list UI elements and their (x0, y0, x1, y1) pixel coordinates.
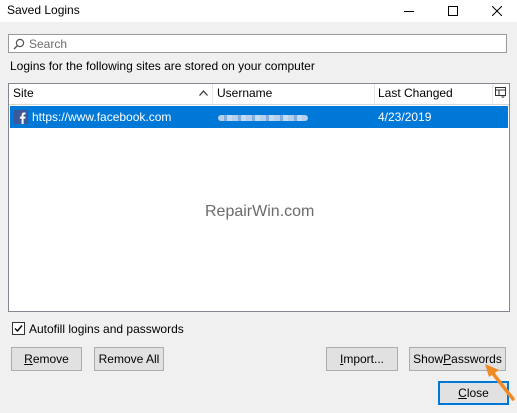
column-header-site[interactable]: Site (9, 84, 213, 104)
column-header-username[interactable]: Username (213, 84, 375, 104)
remove-all-label: Remove All (98, 352, 160, 366)
close-icon (492, 6, 502, 16)
remove-label: emove (32, 352, 69, 366)
search-box[interactable] (8, 34, 507, 53)
maximize-icon (448, 6, 458, 16)
checkbox[interactable] (12, 322, 25, 335)
remove-button[interactable]: Remove (11, 347, 82, 371)
row-last-changed: 4/23/2019 (378, 110, 432, 124)
remove-all-button[interactable]: Remove All (94, 347, 164, 371)
logins-table[interactable]: Site Username Last Changed https://www.f… (8, 83, 510, 312)
description-text: Logins for the following sites are store… (10, 59, 315, 73)
title-bar[interactable]: Saved Logins (0, 0, 517, 22)
watermark: RepairWin.com (205, 203, 315, 220)
search-icon (13, 38, 25, 50)
checkmark-icon (14, 325, 23, 333)
column-header-last-changed[interactable]: Last Changed (375, 84, 493, 104)
autofill-label: Autofill logins and passwords (29, 322, 184, 336)
minimize-button[interactable] (394, 0, 424, 22)
table-header: Site Username Last Changed (9, 84, 509, 105)
remove-accel: R (24, 352, 33, 366)
sort-ascending-icon (199, 90, 208, 96)
close-accel: C (458, 386, 467, 400)
row-username-blurred (218, 115, 308, 121)
table-row[interactable]: https://www.facebook.com 4/23/2019 (10, 106, 508, 128)
import-label: mport... (343, 352, 385, 366)
show-passwords-accel: P (443, 352, 452, 366)
column-picker-icon[interactable] (495, 87, 506, 98)
search-input[interactable] (29, 36, 499, 51)
maximize-button[interactable] (438, 0, 468, 22)
row-site: https://www.facebook.com (32, 110, 172, 124)
facebook-icon (14, 110, 28, 124)
minimize-icon (404, 11, 414, 12)
saved-logins-window: Saved Logins Logins for the following si… (0, 0, 517, 413)
window-title: Saved Logins (7, 3, 80, 17)
show-passwords-pre: Show (413, 352, 444, 366)
import-button[interactable]: Import... (326, 347, 398, 371)
arrow-annotation-icon (485, 364, 515, 401)
close-window-button[interactable] (482, 0, 512, 22)
